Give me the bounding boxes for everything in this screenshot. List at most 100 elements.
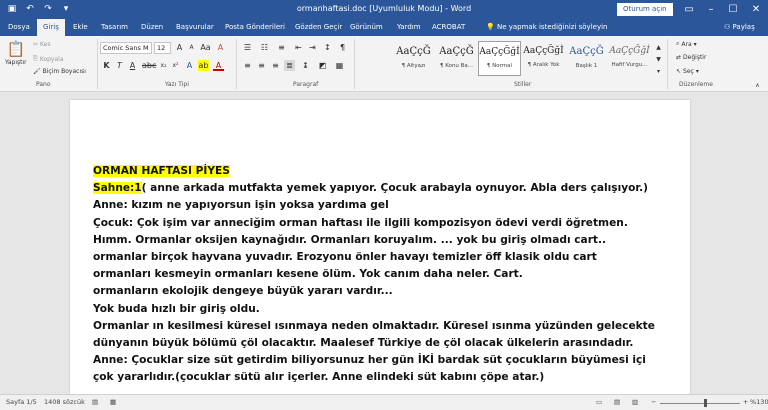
document-line: Yok buda hızlı bir giriş oldu. [93, 302, 260, 315]
text-effects-icon[interactable]: A [184, 60, 195, 71]
web-layout-icon[interactable]: ▥ [632, 398, 638, 406]
zoom-slider[interactable] [660, 403, 740, 404]
document-line: Ormanlar ın kesilmesi küresel ısınmaya n… [93, 319, 655, 332]
tell-me-box[interactable]: 💡 Ne yapmak istediğinizi söyleyin [486, 19, 607, 36]
group-separator [667, 39, 668, 89]
document-line: dünyanın büyük bölümü çöl olacaktır. Maa… [93, 337, 634, 350]
macro-icon[interactable]: ▦ [110, 398, 116, 406]
styles-scroll-down-icon[interactable]: ▼ [653, 54, 664, 65]
page-counter[interactable]: Sayfa 1/5 [6, 398, 37, 406]
tab-dosya[interactable]: Dosya [8, 19, 30, 36]
align-left-icon[interactable]: ≡ [242, 60, 253, 71]
align-right-icon[interactable]: ≡ [270, 60, 281, 71]
paste-button[interactable]: 📋 Yapıştır [5, 40, 27, 66]
cut-button[interactable]: ✂ Kes [33, 41, 50, 48]
sign-in-button[interactable]: Oturum açın [617, 3, 673, 16]
tab-tasarim[interactable]: Tasarım [101, 19, 128, 36]
document-line: Anne: kızım ne yapıyorsun işin yoksa yar… [93, 199, 389, 212]
change-case-icon[interactable]: Aa [200, 42, 211, 53]
ribbon-display-icon[interactable]: ▭ [678, 0, 700, 19]
subscript-icon[interactable]: x₂ [158, 60, 169, 71]
group-separator [354, 39, 355, 89]
group-separator [236, 39, 237, 89]
font-size-combo[interactable]: 12 [154, 42, 171, 54]
scissors-icon: ✂ [33, 41, 39, 48]
style-baslik-1[interactable]: AaÇçĞ Başlık 1 [565, 41, 608, 76]
tab-ekle[interactable]: Ekle [73, 19, 88, 36]
close-icon[interactable]: ✕ [745, 0, 767, 19]
italic-icon[interactable]: T [114, 60, 125, 71]
document-line: ormanları kesmeyin ormanları kesene ölüm… [93, 268, 523, 281]
tab-gozden-gecir[interactable]: Gözden Geçir [295, 19, 342, 36]
tab-posta[interactable]: Posta Gönderileri [225, 19, 285, 36]
bold-icon[interactable]: K [101, 60, 112, 71]
justify-icon[interactable]: ≣ [284, 60, 295, 71]
share-button[interactable]: ⚇ Paylaş [724, 19, 755, 36]
proofing-icon[interactable]: ▤ [92, 398, 98, 406]
zoom-slider-handle[interactable] [704, 399, 707, 407]
collapse-ribbon-icon[interactable]: ∧ [752, 80, 763, 91]
copy-button[interactable]: ⎘ Kopyala [33, 55, 64, 63]
replace-button[interactable]: ⇄ Değiştir [676, 54, 706, 61]
pilcrow-icon[interactable]: ¶ [337, 42, 348, 53]
tab-gorunum[interactable]: Görünüm [350, 19, 383, 36]
style-aralik-yok[interactable]: AaÇçĞğİ ¶ Aralık Yok [522, 41, 565, 76]
shrink-font-icon[interactable]: A [186, 42, 197, 53]
strikethrough-icon[interactable]: abc [142, 60, 156, 71]
document-line: çok yararlıdır.(çocuklar sütü alır içerl… [93, 371, 545, 384]
increase-indent-icon[interactable]: ⇥ [307, 42, 318, 53]
replace-icon: ⇄ [676, 54, 682, 61]
word-count[interactable]: 1408 sözcük [44, 398, 85, 406]
group-label-editing: Düzenleme [679, 81, 713, 88]
style-altyazi[interactable]: AaÇçĞ ¶ Altyazı [392, 41, 435, 76]
print-layout-icon[interactable]: ▤ [614, 398, 620, 406]
tab-duzen[interactable]: Düzen [141, 19, 163, 36]
tab-yardim[interactable]: Yardım [397, 19, 421, 36]
scene-label: Sahne:1 [93, 182, 142, 195]
document-title: ORMAN HAFTASI PİYES [93, 165, 230, 177]
shading-icon[interactable]: ◩ [317, 60, 328, 71]
tab-acrobat[interactable]: ACROBAT [432, 19, 465, 36]
borders-icon[interactable]: ▦ [334, 60, 345, 71]
clear-formatting-icon[interactable]: A [215, 42, 226, 53]
paintbrush-icon: 🖌 [33, 68, 41, 75]
multilevel-list-icon[interactable]: ≡ [276, 42, 287, 53]
group-label-paragraph: Paragraf [293, 81, 319, 88]
styles-more-icon[interactable]: ▾ [653, 66, 664, 77]
grow-font-icon[interactable]: A [174, 42, 185, 53]
superscript-icon[interactable]: x² [170, 60, 181, 71]
font-color-icon[interactable]: A [213, 60, 224, 71]
read-mode-icon[interactable]: ▭ [596, 398, 602, 406]
style-konu-basligi[interactable]: AaÇçĞ ¶ Konu Ba... [435, 41, 478, 76]
tab-giris[interactable]: Giriş [37, 19, 65, 36]
minimize-icon[interactable]: – [700, 0, 722, 19]
align-center-icon[interactable]: ≡ [256, 60, 267, 71]
sort-icon[interactable]: ↕ [322, 42, 333, 53]
find-button[interactable]: ⌕ Ara ▾ [676, 40, 697, 48]
zoom-level[interactable]: %130 [750, 398, 768, 406]
format-painter-button[interactable]: 🖌 Biçim Boyacısı [33, 68, 86, 75]
decrease-indent-icon[interactable]: ⇤ [293, 42, 304, 53]
person-icon: ⚇ [724, 23, 733, 31]
group-label-styles: Stiller [514, 81, 532, 88]
font-name-combo[interactable]: Comic Sans M [100, 42, 152, 54]
numbering-icon[interactable]: ☷ [259, 42, 270, 53]
underline-icon[interactable]: A [127, 60, 138, 71]
style-hafif-vurgu[interactable]: AaÇçĞğİ Hafif Vurgu... [608, 41, 651, 76]
ribbon: 📋 Yapıştır ✂ Kes ⎘ Kopyala 🖌 Biçim Boyacısı… [0, 36, 768, 92]
styles-scroll-up-icon[interactable]: ▲ [653, 42, 664, 53]
tab-basvurular[interactable]: Başvurular [176, 19, 214, 36]
chevron-down-icon: ▾ [695, 68, 699, 75]
line-spacing-icon[interactable]: ↨ [300, 60, 311, 71]
ribbon-tabs: Dosya Giriş Ekle Tasarım Düzen Başvurula… [0, 19, 768, 36]
group-separator [97, 39, 98, 89]
title-bar: ▣ ↶ ↷ ▾ ormanhaftasi.doc [Uyumluluk Modu… [0, 0, 768, 19]
document-body[interactable]: ORMAN HAFTASI PİYES Sahne:1( anne arkada… [93, 163, 683, 387]
zoom-in-icon[interactable]: + [743, 398, 748, 406]
zoom-out-icon[interactable]: − [651, 398, 656, 406]
select-button[interactable]: ↖ Seç ▾ [676, 68, 699, 75]
bullets-icon[interactable]: ☰ [242, 42, 253, 53]
style-normal[interactable]: AaÇçĞğİ ¶ Normal [478, 41, 521, 76]
highlight-icon[interactable]: ab [198, 60, 209, 71]
maximize-icon[interactable]: ☐ [722, 0, 744, 19]
